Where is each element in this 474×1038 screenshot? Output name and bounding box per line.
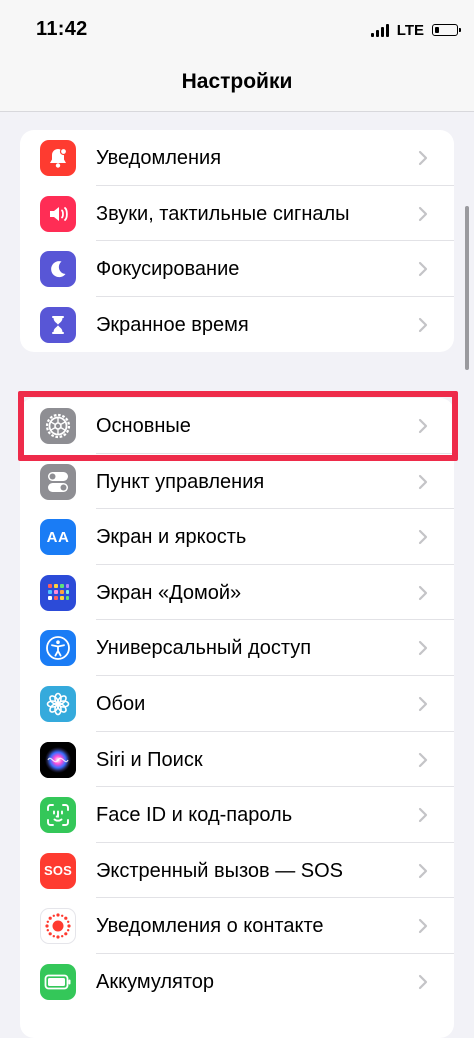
settings-row-label: Звуки, тактильные сигналы [96,202,350,225]
settings-row-label: Экранное время [96,313,249,336]
accessibility-icon [40,630,76,667]
settings-row-label: Siri и Поиск [96,748,203,771]
settings-row-control-center[interactable]: Пункт управления [20,454,454,510]
settings-row-label: Фокусирование [96,258,240,281]
moon-icon [40,251,76,288]
settings-row-label: Уведомления [96,147,222,169]
siri-icon [40,741,76,778]
settings-row-wallpaper[interactable]: Обои [20,676,454,732]
settings-row-notifications[interactable]: Уведомления [20,130,454,186]
chevron-right-icon [418,206,428,221]
scroll-indicator[interactable] [465,206,469,370]
status-time: 11:42 [36,18,88,40]
settings-row-label: Универсальный доступ [96,637,312,660]
chevron-right-icon [418,262,428,277]
chevron-right-icon [418,752,428,767]
toggles-icon [40,463,76,500]
settings-row-screen-time[interactable]: Экранное время [20,297,454,352]
bell-icon [40,140,76,176]
settings-row-accessibility[interactable]: Универсальный доступ [20,620,454,676]
settings-row-battery[interactable]: Аккумулятор [20,954,454,1010]
settings-group-1: Уведомления Звуки, тактильные сигналы Фо… [20,130,454,352]
sos-icon: SOS [40,852,76,889]
chevron-right-icon [418,474,428,489]
flower-icon [40,685,76,722]
chevron-right-icon [418,585,428,600]
chevron-right-icon [418,530,428,545]
chevron-right-icon [418,808,428,823]
chevron-right-icon [418,696,428,712]
hourglass-icon [40,306,76,343]
chevron-right-icon [418,863,428,878]
settings-row-focus[interactable]: Фокусирование [20,241,454,297]
page-title: Настройки [181,70,293,93]
settings-row-label: Экстренный вызов — SOS [96,859,343,882]
settings-row-sounds[interactable]: Звуки, тактильные сигналы [20,186,454,242]
face-id-icon [40,797,76,834]
chevron-right-icon [418,150,428,166]
speaker-icon [40,195,76,232]
settings-row-label: Аккумулятор [96,970,215,993]
settings-row-exposure-notifications[interactable]: Уведомления о контакте [20,898,454,954]
settings-row-label: Экран «Домой» [96,581,242,604]
settings-group-2: Основные Пункт управления AA Экран и ярк… [20,398,454,1038]
chevron-right-icon [418,974,428,990]
status-bar: 11:42 LTE [0,0,474,56]
battery-status-level [434,26,439,33]
status-icons: LTE [370,18,461,42]
settings-row-label: Обои [96,692,146,715]
settings-row-label: Экран и яркость [96,526,247,549]
settings-row-emergency-sos[interactable]: SOS Экстренный вызов — SOS [20,843,454,899]
settings-row-face-id[interactable]: Face ID и код-пароль [20,787,454,843]
navigation-bar: Настройки [0,56,474,112]
settings-row-siri[interactable]: Siri и Поиск [20,732,454,788]
text-size-icon-label: AA [46,528,70,546]
home-grid-icon [40,574,76,611]
settings-row-label: Уведомления о контакте [96,915,324,938]
network-type: LTE [396,21,424,39]
settings-row-home-screen[interactable]: Экран «Домой» [20,565,454,621]
cellular-signal-icon [370,23,389,37]
settings-row-label: Пункт управления [96,470,265,493]
battery-status-icon [432,24,461,36]
chevron-right-icon [418,317,428,332]
settings-row-label: Face ID и код-пароль [96,804,293,827]
battery-icon [40,963,76,1000]
sos-icon-label: SOS [43,863,73,879]
chevron-right-icon [418,919,428,934]
settings-row-display[interactable]: AA Экран и яркость [20,509,454,565]
chevron-right-icon [418,641,428,656]
text-size-icon: AA [40,519,76,556]
highlight-annotation [18,391,458,461]
exposure-icon [40,908,76,945]
